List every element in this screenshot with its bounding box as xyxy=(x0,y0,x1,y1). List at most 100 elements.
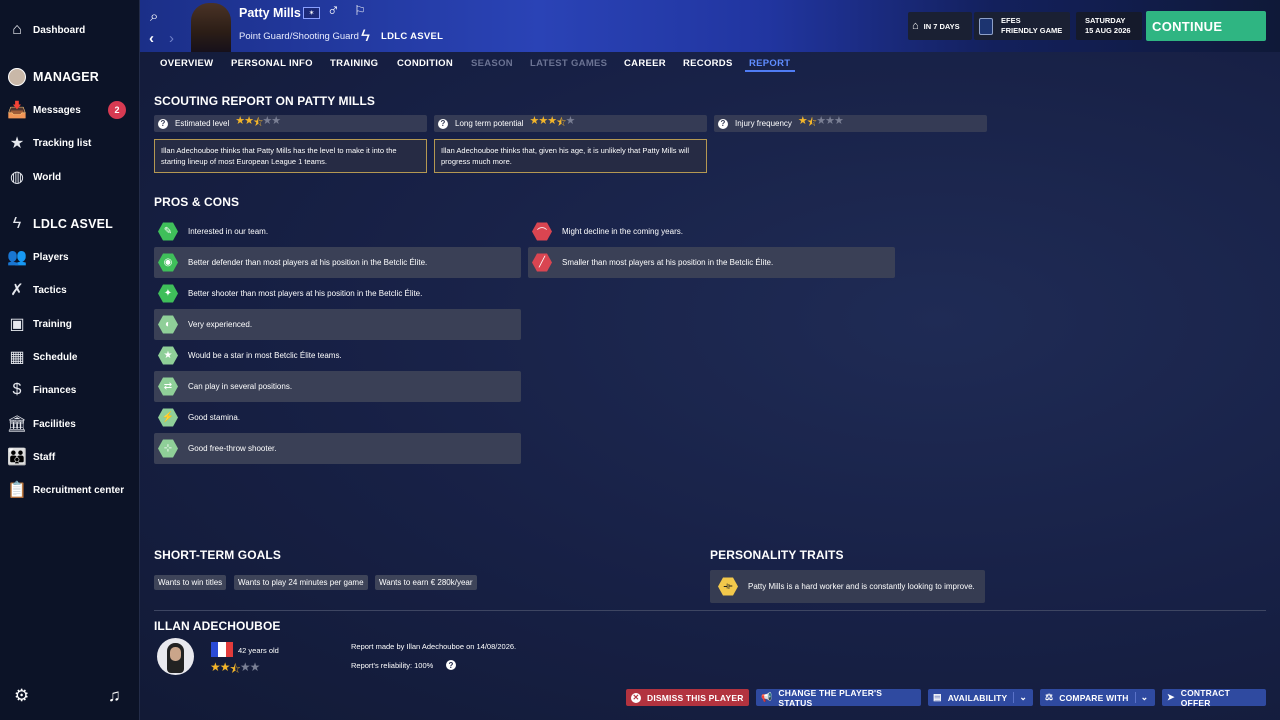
dumbbell-icon: ⟛ xyxy=(718,577,738,596)
rating-stars: ★ ★ ⯪ ★ ★ xyxy=(235,115,281,129)
next-match-info[interactable]: EFES FRIENDLY GAME xyxy=(974,12,1070,40)
player-portrait xyxy=(191,3,231,52)
defense-icon: ◉ xyxy=(158,253,178,272)
goal-badge: Wants to earn € 280k/year xyxy=(375,575,477,590)
button-label: COMPARE WITH xyxy=(1059,692,1129,703)
sidebar-item-staff[interactable]: 👪 Staff xyxy=(0,444,140,470)
sidebar-item-world[interactable]: ◍ World xyxy=(0,164,140,190)
decline-icon: ⌒ xyxy=(532,222,552,241)
compare-icon: ⚖ xyxy=(1045,692,1054,702)
tab-training[interactable]: TRAINING xyxy=(330,58,378,69)
star-player-icon: ★ xyxy=(158,346,178,365)
sidebar-item-facilities[interactable]: 🏛 Facilities xyxy=(0,411,140,437)
pro-text: Very experienced. xyxy=(188,320,253,329)
contract-offer-button[interactable]: ➤ CONTRACT OFFER xyxy=(1162,688,1266,708)
sidebar-item-finances[interactable]: $ Finances xyxy=(0,377,140,403)
scout-name: ILLAN ADECHOUBOE xyxy=(154,619,281,633)
player-club[interactable]: LDLC ASVEL xyxy=(381,31,443,42)
tab-report[interactable]: REPORT xyxy=(749,58,790,69)
sidebar-item-label: Staff xyxy=(33,451,56,463)
traits-title: PERSONALITY TRAITS xyxy=(710,548,844,562)
sidebar-heading-label: MANAGER xyxy=(33,70,99,84)
sidebar-item-dashboard[interactable]: ⌂ Dashboard xyxy=(0,17,140,43)
pro-item: ⚡ Good stamina. xyxy=(154,402,521,433)
sidebar-item-label: Schedule xyxy=(33,351,78,363)
con-item: ╱ Smaller than most players at his posit… xyxy=(528,247,895,278)
tab-personal-info[interactable]: PERSONAL INFO xyxy=(231,58,313,69)
help-icon[interactable]: ? xyxy=(446,660,456,670)
sidebar-item-players[interactable]: 👥 Players xyxy=(0,244,140,270)
shooting-icon: ✦ xyxy=(158,284,178,303)
rating-long-term-potential: ? Long term potential ★ ★ ★ ⯪ ★ xyxy=(434,115,707,132)
scouting-report-title: SCOUTING REPORT ON PATTY MILLS xyxy=(154,94,376,108)
sidebar-item-label: Dashboard xyxy=(33,24,86,36)
pro-text: Would be a star in most Betclic Élite te… xyxy=(188,351,342,360)
rating-label: Long term potential xyxy=(455,119,524,128)
sidebar-item-label: Tracking list xyxy=(33,137,92,149)
chevron-down-icon[interactable]: ⌄ xyxy=(1013,692,1027,703)
france-flag-icon xyxy=(211,642,233,657)
bookmark-icon[interactable]: ⚐ xyxy=(354,3,366,19)
pro-item: ✎ Interested in our team. xyxy=(154,216,521,247)
chevron-down-icon[interactable]: ⌄ xyxy=(1134,692,1149,703)
sidebar-item-messages[interactable]: 📥 Messages 2 xyxy=(0,97,140,123)
sidebar-item-schedule[interactable]: ▦ Schedule xyxy=(0,344,140,370)
sidebar-heading-label: LDLC ASVEL xyxy=(33,217,114,231)
club-logo-icon: ϟ xyxy=(12,215,22,232)
change-status-button[interactable]: 📢 CHANGE THE PLAYER'S STATUS xyxy=(756,688,921,708)
help-icon[interactable]: ? xyxy=(158,118,168,129)
sidebar-item-recruitment[interactable]: 📋 Recruitment center xyxy=(0,477,140,503)
player-name: Patty Mills xyxy=(239,6,301,20)
close-icon: ✕ xyxy=(631,692,641,703)
sidebar-item-label: Players xyxy=(33,251,69,263)
sidebar-item-label: World xyxy=(33,171,62,183)
pro-item: ⇄ Can play in several positions. xyxy=(154,371,521,402)
back-arrow-icon[interactable]: ‹ xyxy=(149,30,154,47)
tab-records[interactable]: RECORDS xyxy=(683,58,733,69)
sidebar-heading-club[interactable]: ϟ LDLC ASVEL xyxy=(0,211,140,237)
search-icon[interactable]: ⌕ xyxy=(150,8,158,25)
help-icon[interactable]: ? xyxy=(438,118,448,129)
sidebar-item-label: Finances xyxy=(33,384,77,396)
send-icon: ➤ xyxy=(1167,692,1175,702)
trait-text: Patty Mills is a hard worker and is cons… xyxy=(748,582,975,591)
pro-text: Good free-throw shooter. xyxy=(188,444,277,453)
dismiss-player-button[interactable]: ✕ DISMISS THIS PLAYER xyxy=(626,689,749,706)
sidebar-item-tracking[interactable]: ★ Tracking list xyxy=(0,130,140,156)
club-logo-icon: ϟ xyxy=(361,26,370,45)
tactics-icon: ✗ xyxy=(10,282,24,299)
rating-stars: ★ ⯪ ★ ★ ★ xyxy=(797,115,844,129)
button-label: AVAILABILITY xyxy=(947,692,1008,703)
sidebar-item-training[interactable]: ▣ Training xyxy=(0,311,140,337)
button-label: DISMISS THIS PLAYER xyxy=(647,692,744,703)
forward-arrow-icon[interactable]: › xyxy=(169,30,174,47)
opponent-logo-icon xyxy=(979,17,993,35)
stamina-icon: ⚡ xyxy=(158,408,178,427)
music-icon[interactable]: ♫ xyxy=(108,686,121,706)
pro-item: ✦ Better shooter than most players at hi… xyxy=(154,278,521,309)
scout-stars: ★ ★ ⯪ ★ ★ xyxy=(210,660,260,676)
next-match-countdown[interactable]: ⌂ IN 7 DAYS xyxy=(908,12,972,40)
sidebar-item-label: Recruitment center xyxy=(33,484,125,496)
pro-text: Can play in several positions. xyxy=(188,382,293,391)
scout-avatar[interactable] xyxy=(157,638,194,675)
australia-flag-icon: ✶ xyxy=(303,7,320,19)
compare-with-button[interactable]: ⚖ COMPARE WITH ⌄ xyxy=(1040,689,1155,706)
level-description: Illan Adechouboe thinks that Patty Mills… xyxy=(154,139,427,173)
inbox-icon: 📥 xyxy=(7,102,27,119)
settings-gear-icon[interactable]: ⚙ xyxy=(14,686,29,706)
tab-career[interactable]: CAREER xyxy=(624,58,666,69)
messages-badge: 2 xyxy=(108,101,126,119)
tab-overview[interactable]: OVERVIEW xyxy=(160,58,213,69)
sidebar-item-tactics[interactable]: ✗ Tactics xyxy=(0,277,140,303)
sidebar-item-label: Training xyxy=(33,318,72,330)
continue-button[interactable]: CONTINUE xyxy=(1146,11,1266,41)
sidebar-item-label: Tactics xyxy=(33,284,67,296)
goal-badge: Wants to play 24 minutes per game xyxy=(234,575,368,590)
tab-condition[interactable]: CONDITION xyxy=(397,58,453,69)
availability-button[interactable]: ▤ AVAILABILITY ⌄ xyxy=(928,689,1033,706)
pro-text: Good stamina. xyxy=(188,413,241,422)
help-icon[interactable]: ? xyxy=(718,118,728,129)
sidebar-heading-manager[interactable]: MANAGER xyxy=(0,64,140,90)
section-divider xyxy=(154,610,1266,611)
